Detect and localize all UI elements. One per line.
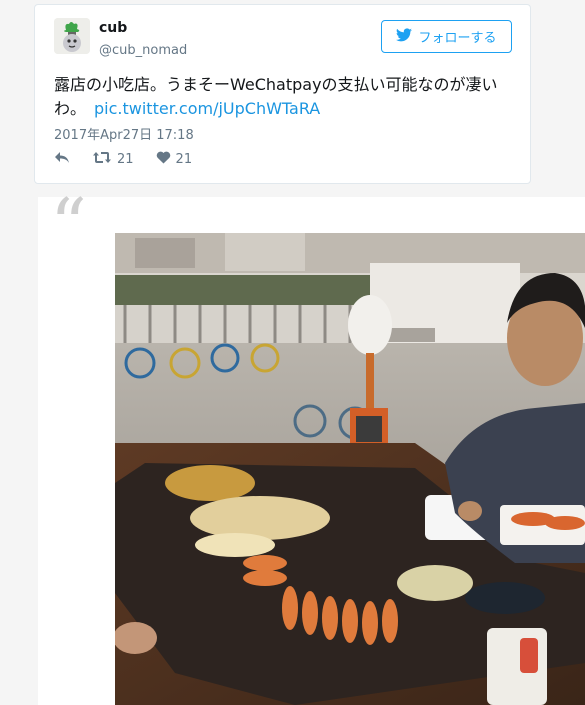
quote-mark: “ <box>50 183 87 267</box>
reply-button[interactable] <box>54 151 70 168</box>
tweet-photo[interactable] <box>115 233 585 705</box>
follow-button[interactable]: フォローする <box>381 20 512 53</box>
retweet-count: 21 <box>117 152 134 167</box>
tweet-media-link[interactable]: pic.twitter.com/jUpChWTaRA <box>94 99 320 118</box>
tweet-actions: 21 21 <box>54 151 214 168</box>
display-name[interactable]: cub <box>99 20 127 36</box>
user-handle[interactable]: @cub_nomad <box>99 43 187 58</box>
retweet-icon <box>92 151 112 168</box>
like-count: 21 <box>175 152 193 167</box>
quote-panel: “ <box>38 189 585 705</box>
retweet-button[interactable]: 21 <box>92 151 134 168</box>
twitter-bird-icon <box>396 27 413 46</box>
heart-icon <box>156 151 171 168</box>
tweet-card: cub @cub_nomad フォローする 露店の小吃店。うまそーWeChatp… <box>34 4 531 184</box>
avatar[interactable] <box>54 18 90 54</box>
tweet-text: 露店の小吃店。うまそーWeChatpayの支払い可能なのが凄いわ。 pic.twi… <box>54 73 514 121</box>
tweet-timestamp[interactable]: 2017年Apr27日 17:18 <box>54 124 194 143</box>
follow-button-label: フォローする <box>418 31 497 46</box>
like-button[interactable]: 21 <box>156 151 193 168</box>
reply-icon <box>54 151 70 168</box>
